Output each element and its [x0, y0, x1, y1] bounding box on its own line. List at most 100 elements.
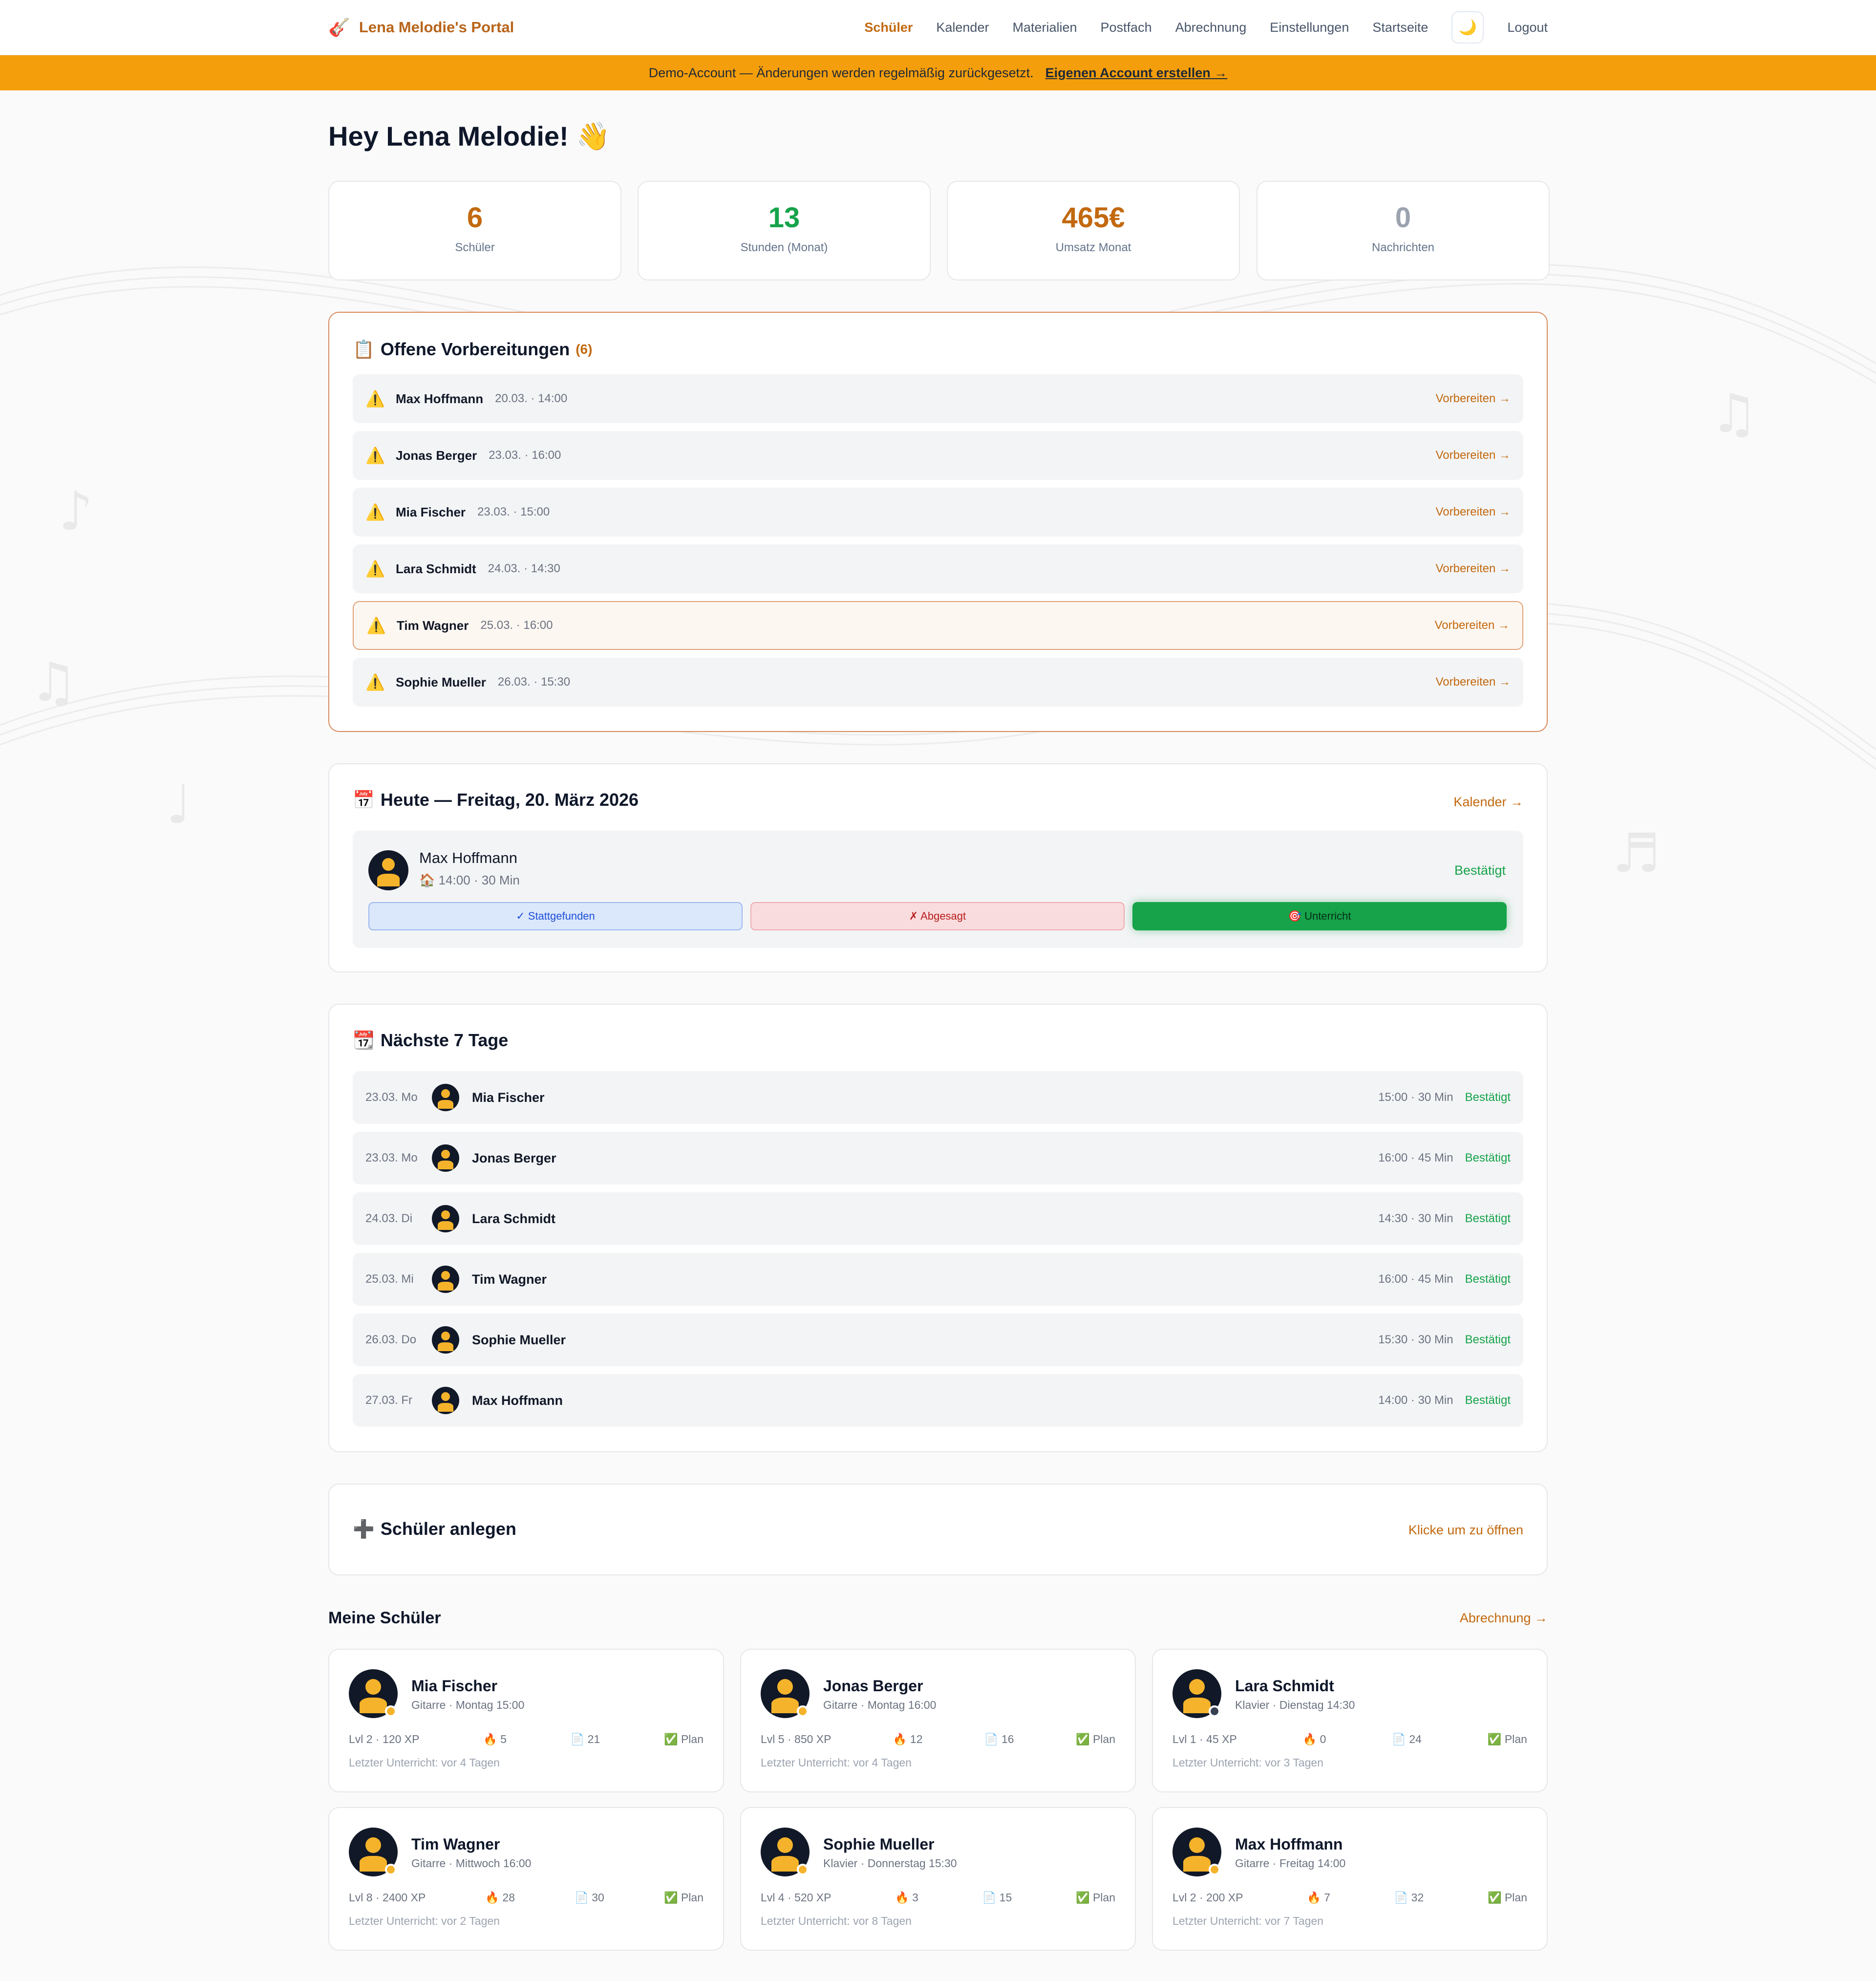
list-item[interactable]: 27.03. Fr Max Hoffmann 14:00 · 30 Min Be… [353, 1374, 1523, 1427]
nav-link-einstellungen[interactable]: Einstellungen [1270, 20, 1349, 35]
student-name: Lara Schmidt [472, 1211, 556, 1226]
student-card[interactable]: Jonas Berger Gitarre · Montag 16:00 Lvl 5 … [740, 1649, 1136, 1792]
prepare-link[interactable]: Vorbereiten → [1436, 392, 1511, 406]
status-dot [1209, 1705, 1220, 1717]
student-name: Tim Wagner [397, 618, 469, 633]
nav-link-startseite[interactable]: Startseite [1372, 20, 1428, 35]
student-schedule: Klavier · Dienstag 14:30 [1235, 1699, 1355, 1711]
lesson-date: 25.03. · 16:00 [480, 619, 553, 632]
student-card[interactable]: Lara Schmidt Klavier · Dienstag 14:30 Lvl … [1152, 1649, 1548, 1792]
prep-row[interactable]: ⚠️ Jonas Berger 23.03. · 16:00 Vorbereit… [353, 431, 1523, 480]
student-stats: Lvl 4 · 520 XP 🔥 3 📄 15 ✅ Plan [761, 1891, 1115, 1904]
mark-cancelled-button[interactable]: ✗ Abgesagt [750, 902, 1125, 930]
lesson-date: 24.03. Di [365, 1212, 413, 1225]
student-name: Sophie Mueller [472, 1332, 566, 1347]
student-name: Tim Wagner [411, 1835, 500, 1853]
top-navbar: 🎸 Lena Melodie's Portal Schüler Kalender… [0, 0, 1876, 55]
prep-row[interactable]: ⚠️ Max Hoffmann 20.03. · 14:00 Vorbereit… [353, 374, 1523, 423]
avatar [432, 1084, 459, 1111]
nav-link-abrechnung[interactable]: Abrechnung [1175, 20, 1247, 35]
list-item[interactable]: 26.03. Do Sophie Mueller 15:30 · 30 Min … [353, 1313, 1523, 1366]
stat-card-revenue: 465€ Umsatz Monat [947, 181, 1240, 280]
today-lesson: Max Hoffmann 🏠 14:00 · 30 Min Bestätigt … [353, 831, 1523, 948]
student-name: Mia Fischer [472, 1090, 545, 1105]
moon-icon: 🌙 [1458, 19, 1477, 36]
clipboard-icon: 📋 [353, 339, 375, 359]
avatar [432, 1205, 459, 1232]
prep-row[interactable]: ⚠️ Sophie Mueller 26.03. · 15:30 Vorbere… [353, 658, 1523, 707]
svg-text:♫: ♫ [1710, 382, 1758, 445]
stat-label: Stunden (Monat) [740, 241, 828, 254]
student-card[interactable]: Sophie Mueller Klavier · Donnerstag 15:30… [740, 1807, 1136, 1951]
prep-row[interactable]: ⚠️ Mia Fischer 23.03. · 15:00 Vorbereite… [353, 488, 1523, 537]
svg-text:♪: ♪ [59, 480, 93, 542]
list-item[interactable]: 24.03. Di Lara Schmidt 14:30 · 30 Min Be… [353, 1192, 1523, 1245]
lesson-time: 16:00 · 45 Min [1378, 1272, 1453, 1286]
mark-done-button[interactable]: ✓ Stattgefunden [368, 902, 743, 930]
prepare-link[interactable]: Vorbereiten → [1436, 449, 1511, 462]
avatar [349, 1669, 398, 1718]
prepare-link[interactable]: Vorbereiten → [1435, 619, 1510, 632]
list-item[interactable]: 23.03. Mo Mia Fischer 15:00 · 30 Min Bes… [353, 1071, 1523, 1124]
student-stats: Lvl 8 · 2400 XP 🔥 28 📄 30 ✅ Plan [349, 1891, 704, 1904]
status-badge: Bestätigt [1465, 1272, 1511, 1286]
last-lesson: Letzter Unterricht: vor 2 Tagen [349, 1915, 500, 1927]
list-item[interactable]: 25.03. Mi Tim Wagner 16:00 · 45 Min Best… [353, 1253, 1523, 1306]
brand-logo[interactable]: 🎸 Lena Melodie's Portal [328, 17, 514, 38]
stat-label: Schüler [455, 241, 495, 254]
nav-link-kalender[interactable]: Kalender [936, 20, 989, 35]
student-name: Sophie Mueller [823, 1835, 935, 1853]
nav-link-schueler[interactable]: Schüler [864, 20, 913, 35]
lesson-time: 16:00 · 45 Min [1378, 1151, 1453, 1164]
add-student-card[interactable]: ➕ Schüler anlegen Klicke um zu öffnen [328, 1484, 1548, 1575]
status-dot [385, 1864, 397, 1875]
prep-row[interactable]: ⚠️ Tim Wagner 25.03. · 16:00 Vorbereiten… [353, 601, 1523, 650]
level-xp: Lvl 8 · 2400 XP [349, 1891, 426, 1904]
prepare-link[interactable]: Vorbereiten → [1436, 562, 1511, 576]
nav-link-postfach[interactable]: Postfach [1101, 20, 1152, 35]
billing-link[interactable]: Abrechnung → [1460, 1611, 1548, 1626]
status-badge: Bestätigt [1465, 1151, 1511, 1164]
last-lesson: Letzter Unterricht: vor 3 Tagen [1172, 1756, 1323, 1769]
lesson-date: 26.03. Do [365, 1333, 417, 1346]
plan-status: ✅ Plan [1487, 1733, 1527, 1745]
prepare-link[interactable]: Vorbereiten → [1436, 505, 1511, 519]
last-lesson: Letzter Unterricht: vor 4 Tagen [761, 1756, 912, 1769]
student-schedule: Gitarre · Montag 15:00 [411, 1699, 525, 1711]
list-item[interactable]: 23.03. Mo Jonas Berger 16:00 · 45 Min Be… [353, 1132, 1523, 1184]
avatar [1172, 1828, 1221, 1876]
card-title: 📆 Nächste 7 Tage [353, 1030, 508, 1051]
card-title-text: Heute — Freitag, 20. März 2026 [380, 790, 639, 810]
next-7-days-card: 📆 Nächste 7 Tage 23.03. Mo Mia Fischer 1… [328, 1004, 1548, 1452]
calendar-icon: 📆 [353, 1030, 375, 1050]
student-name: Max Hoffmann [419, 849, 518, 866]
lesson-time: 14:00 · 30 Min [1378, 1394, 1453, 1407]
prepare-link[interactable]: Vorbereiten → [1436, 675, 1511, 689]
expand-hint[interactable]: Klicke um zu öffnen [1408, 1523, 1523, 1538]
streak-count: 🔥 5 [483, 1733, 507, 1745]
demo-banner-text: Demo-Account — Änderungen werden regelmä… [648, 65, 1034, 80]
calendar-link[interactable]: Kalender → [1453, 795, 1523, 810]
prep-row[interactable]: ⚠️ Lara Schmidt 24.03. · 14:30 Vorbereit… [353, 544, 1523, 593]
status-badge: Bestätigt [1465, 1394, 1511, 1407]
student-card[interactable]: Max Hoffmann Gitarre · Freitag 14:00 Lvl 2… [1152, 1807, 1548, 1951]
nav-link-materialien[interactable]: Materialien [1012, 20, 1077, 35]
lesson-date: 23.03. Mo [365, 1151, 418, 1164]
start-lesson-button[interactable]: 🎯 Unterricht [1132, 902, 1507, 930]
warning-icon: ⚠️ [365, 503, 385, 521]
student-card[interactable]: Tim Wagner Gitarre · Mittwoch 16:00 Lvl 8 … [328, 1807, 724, 1951]
level-xp: Lvl 1 · 45 XP [1172, 1733, 1237, 1745]
section-title: Meine Schüler [328, 1609, 441, 1627]
streak-count: 🔥 3 [895, 1891, 918, 1904]
stat-label: Nachrichten [1371, 241, 1435, 254]
student-name: Jonas Berger [396, 448, 477, 463]
student-card[interactable]: Mia Fischer Gitarre · Montag 15:00 Lvl 2 ·… [328, 1649, 724, 1792]
stat-card-hours: 13 Stunden (Monat) [638, 181, 931, 280]
create-account-link[interactable]: Eigenen Account erstellen → [1045, 65, 1228, 81]
theme-toggle-button[interactable]: 🌙 [1451, 11, 1484, 43]
logout-link[interactable]: Logout [1507, 20, 1548, 35]
svg-text:♬: ♬ [1612, 822, 1661, 884]
streak-count: 🔥 28 [485, 1891, 515, 1904]
student-name: Mia Fischer [411, 1677, 498, 1695]
student-name: Tim Wagner [472, 1271, 547, 1287]
